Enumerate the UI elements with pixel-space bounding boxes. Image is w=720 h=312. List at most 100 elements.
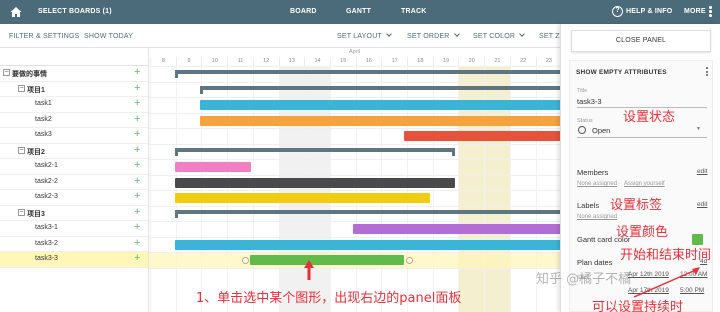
tree-task-row[interactable]: task2-1 + — [0, 159, 148, 175]
home-icon[interactable] — [9, 5, 23, 19]
row-line — [149, 112, 560, 114]
tree-task-row[interactable]: task2 + — [0, 113, 148, 128]
day-column — [150, 66, 176, 312]
more-button[interactable]: MORE — [684, 8, 706, 15]
show-empty-attributes-toggle[interactable]: SHOW EMPTY ATTRIBUTES — [576, 69, 667, 76]
task-bar-task3-3[interactable] — [250, 255, 404, 265]
tree-row-label: task2 — [35, 115, 52, 123]
end-handle[interactable] — [406, 256, 413, 264]
add-icon[interactable]: + — [134, 144, 140, 156]
collapse-toggle-icon[interactable]: − — [3, 69, 10, 76]
set-color-label: SET COLOR — [473, 33, 516, 40]
nav-board[interactable]: BOARD — [290, 8, 317, 15]
dropdown-caret-icon[interactable]: ▼ — [696, 126, 701, 132]
help-icon[interactable]: ? — [612, 6, 623, 17]
task-tree: − 要做的事情 + − 项目1 + task1 + task2 + task3 + − 项目2 + task2… — [0, 48, 149, 312]
status-field-label: Status — [577, 118, 593, 124]
tree-task-row[interactable]: task2-2 + — [0, 175, 148, 190]
tree-row-label: 要做的事情 — [12, 71, 47, 78]
labels-none-assigned: None assigned — [577, 214, 618, 220]
day-label: 13 — [278, 57, 305, 66]
tree-row-label: task3 — [35, 131, 52, 138]
add-icon[interactable]: + — [134, 175, 140, 187]
task-bar-task3-2[interactable] — [175, 239, 560, 250]
start-handle[interactable] — [242, 256, 249, 264]
more-vert-icon[interactable] — [709, 6, 713, 18]
more-vert-icon[interactable] — [706, 67, 709, 78]
row-line — [149, 174, 560, 176]
day-column — [175, 66, 202, 312]
add-icon[interactable]: + — [134, 237, 140, 249]
add-icon[interactable]: + — [134, 253, 140, 264]
tree-task-row[interactable]: task2-3 + — [0, 190, 148, 206]
summary-bar-root[interactable] — [175, 70, 560, 78]
add-icon[interactable]: + — [134, 160, 140, 171]
set-order-dropdown[interactable]: SET ORDER — [407, 31, 460, 40]
summary-bar-project2[interactable] — [175, 147, 455, 156]
set-color-dropdown[interactable]: SET COLOR — [473, 31, 525, 40]
task-bar-task3[interactable] — [404, 131, 560, 141]
watermark: 知乎 @橘子不橘 — [536, 272, 632, 287]
annotation-click: 1、单击选中某个图形，出现右边的panel面板 — [196, 291, 462, 306]
members-edit-link[interactable]: edit — [697, 168, 707, 175]
add-icon[interactable]: + — [134, 113, 140, 125]
tree-group-row[interactable]: − 项目1 + — [0, 82, 148, 97]
show-today-button[interactable]: SHOW TODAY — [84, 33, 133, 40]
status-select[interactable]: Open — [592, 126, 610, 135]
add-icon[interactable]: + — [134, 222, 140, 233]
plan-dates-label: Plan dates — [577, 258, 613, 267]
day-label: 14 — [304, 57, 330, 66]
tree-row-label: 项目1 — [27, 86, 45, 94]
task-bar-task2-2[interactable] — [175, 177, 455, 188]
nav-track[interactable]: TRACK — [401, 8, 427, 15]
task-bar-task1[interactable] — [200, 100, 560, 110]
title-field[interactable]: task3-3 — [577, 97, 602, 106]
gantt-timeline: April 8 9 10 11 12 13 14 15 16 17 18 19 20 21 22 23 — [149, 48, 560, 312]
summary-bar-project3[interactable] — [175, 209, 560, 218]
set-layout-dropdown[interactable]: SET LAYOUT — [337, 31, 392, 40]
day-label: 18 — [407, 57, 433, 66]
tree-group-row[interactable]: − 项目3 + — [0, 206, 148, 221]
collapse-toggle-icon[interactable]: − — [18, 208, 25, 216]
collapse-toggle-icon[interactable]: − — [18, 84, 25, 92]
set-order-label: SET ORDER — [407, 33, 450, 40]
summary-bar-project1[interactable] — [200, 85, 560, 94]
day-label: 16 — [355, 57, 382, 66]
tree-task-row[interactable]: task3 + — [0, 128, 148, 144]
day-label: 12 — [252, 57, 279, 66]
tree-task-row[interactable]: task1 + — [0, 97, 148, 113]
help-info-button[interactable]: HELP & INFO — [626, 8, 672, 15]
tree-task-row[interactable]: task3-3 + — [0, 252, 148, 268]
tree-row-label: 项目3 — [27, 210, 45, 218]
tree-group-row[interactable]: − 项目2 + — [0, 144, 148, 159]
add-icon[interactable]: + — [134, 191, 140, 202]
task-bar-task2[interactable] — [200, 115, 560, 126]
add-icon[interactable]: + — [134, 98, 140, 109]
status-underline — [577, 137, 707, 138]
tree-task-row[interactable]: task3-1 + — [0, 221, 148, 237]
chevron-down-icon — [386, 31, 392, 37]
labels-label: Labels — [577, 201, 600, 210]
filter-settings-button[interactable]: FILTER & SETTINGS — [9, 33, 80, 40]
nav-gantt[interactable]: GANTT — [346, 8, 371, 15]
close-panel-button[interactable]: CLOSE PANEL — [571, 30, 711, 52]
chevron-down-icon — [519, 31, 525, 37]
add-icon[interactable]: + — [134, 206, 140, 218]
select-boards-button[interactable]: SELECT BOARDS (1) — [38, 8, 112, 15]
status-radio[interactable] — [578, 126, 586, 134]
red-arrow-up-icon — [304, 260, 314, 280]
labels-edit-link[interactable]: edit — [697, 201, 707, 208]
add-icon[interactable]: + — [134, 129, 140, 140]
assign-yourself-link[interactable]: Assign yourself — [624, 181, 665, 187]
top-nav-bar: SELECT BOARDS (1) BOARD GANTT TRACK ? HE… — [0, 0, 720, 24]
tree-group-row[interactable]: − 要做的事情 + — [0, 66, 148, 82]
add-icon[interactable]: + — [134, 82, 140, 94]
task-bar-task2-3[interactable] — [175, 193, 430, 203]
add-icon[interactable]: + — [134, 67, 140, 78]
task-bar-task3-1[interactable] — [353, 224, 560, 234]
tree-row-label: task2-3 — [35, 193, 58, 200]
task-bar-task2-1[interactable] — [175, 162, 251, 172]
collapse-toggle-icon[interactable]: − — [18, 146, 25, 154]
tree-row-label: task1 — [35, 100, 52, 107]
tree-task-row[interactable]: task3-2 + — [0, 237, 148, 252]
